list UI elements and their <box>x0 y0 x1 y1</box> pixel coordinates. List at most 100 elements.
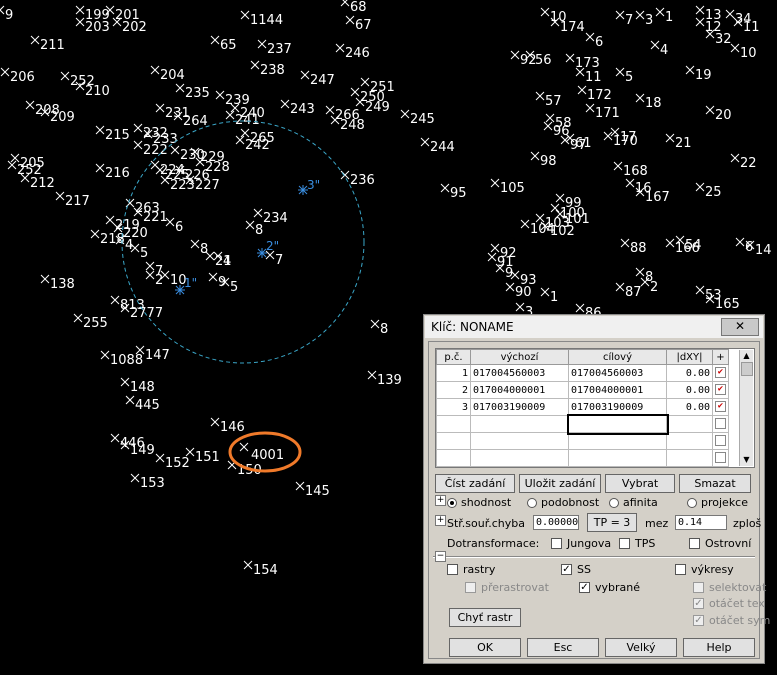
svg-text:61: 61 <box>575 136 592 151</box>
select-button[interactable]: Vybrat <box>605 474 675 493</box>
point-marker: 211 <box>30 35 65 53</box>
expand-transform-icon[interactable]: + <box>435 495 446 506</box>
point-marker: 1 <box>655 7 673 25</box>
col-pc[interactable]: p.č. <box>436 349 471 365</box>
svg-text:11: 11 <box>743 20 760 35</box>
point-marker: 153 <box>130 473 165 491</box>
svg-text:234: 234 <box>263 211 288 226</box>
radio-afinita[interactable] <box>609 498 619 508</box>
checkbox-otacet-text[interactable]: ✓ <box>693 598 704 609</box>
checkmark-icon[interactable]: ✔ <box>715 367 726 379</box>
point-marker: 25 <box>695 182 722 200</box>
point-marker: 105 <box>490 178 525 196</box>
table-row[interactable]: 2 017004000001 017004000001 0.00 ✔ <box>436 381 729 399</box>
checkbox-icon[interactable] <box>715 418 726 430</box>
tp-button[interactable]: TP = 3 <box>587 513 637 532</box>
radio-podobnost[interactable] <box>527 498 537 508</box>
scroll-thumb[interactable] <box>741 362 753 376</box>
large-button[interactable]: Velký <box>605 638 677 657</box>
point-marker: 165 <box>705 294 740 312</box>
svg-text:21: 21 <box>675 136 692 151</box>
point-marker: 222 <box>133 140 168 158</box>
table-row-empty[interactable] <box>436 449 729 467</box>
svg-text:151: 151 <box>195 450 220 465</box>
svg-text:10: 10 <box>740 46 757 61</box>
grab-raster-button[interactable]: Chyť rastr <box>449 608 521 627</box>
checkbox-ss[interactable]: ✓ <box>561 564 572 575</box>
checkbox-icon[interactable] <box>715 452 726 464</box>
col-dxy[interactable]: |dXY| <box>666 349 713 365</box>
checkmark-icon[interactable]: ✔ <box>715 401 726 413</box>
row-target[interactable]: 017004560003 <box>568 364 667 382</box>
dialog-titlebar[interactable]: Klíč: NONAME ✕ <box>425 316 763 338</box>
point-marker: 151 <box>185 447 220 465</box>
col-vychozi[interactable]: výchozí <box>470 349 569 365</box>
svg-text:215: 215 <box>105 128 130 143</box>
table-row-empty[interactable] <box>436 432 729 450</box>
help-button[interactable]: Help <box>683 638 755 657</box>
points-table[interactable]: p.č. výchozí cílový |dXY| + 1 0170045600… <box>435 348 755 468</box>
point-marker: 241 <box>225 110 260 128</box>
checkbox-rastry[interactable] <box>447 564 458 575</box>
row-target[interactable]: 017003190009 <box>568 398 667 416</box>
highlighted-point[interactable]: 4001 <box>251 448 284 463</box>
save-button[interactable]: Uložit zadání <box>519 474 601 493</box>
checkbox-selektovat[interactable] <box>693 582 704 593</box>
checkbox-vybrane[interactable]: ✓ <box>579 582 590 593</box>
svg-text:3": 3" <box>307 178 320 192</box>
svg-text:146: 146 <box>220 420 245 435</box>
checkbox-icon[interactable] <box>715 435 726 447</box>
checkbox-prerastrovat[interactable] <box>465 582 476 593</box>
edit-cell[interactable] <box>566 413 669 435</box>
label-ss: SS <box>577 563 591 576</box>
radio-shodnost[interactable] <box>447 498 457 508</box>
row-source[interactable]: 017004560003 <box>470 364 569 382</box>
svg-text:2777: 2777 <box>130 306 163 321</box>
col-cilovy[interactable]: cílový <box>568 349 667 365</box>
row-check[interactable]: ✔ <box>712 398 729 416</box>
expand-error-icon[interactable]: + <box>435 515 446 526</box>
checkbox-vykresy[interactable] <box>675 564 686 575</box>
svg-text:102: 102 <box>550 224 575 239</box>
row-check[interactable]: ✔ <box>712 381 729 399</box>
table-scrollbar[interactable]: ▲ ▼ <box>739 350 753 466</box>
checkbox-ostrovni[interactable] <box>689 538 700 549</box>
table-row[interactable]: 1 017004560003 017004560003 0.00 ✔ <box>436 364 729 382</box>
collapse-layers-icon[interactable]: − <box>435 551 446 562</box>
delete-button[interactable]: Smazat <box>679 474 751 493</box>
checkbox-otacet-sym[interactable]: ✓ <box>693 615 704 626</box>
row-dxy: 0.00 <box>666 381 713 399</box>
svg-text:174: 174 <box>560 20 585 35</box>
scroll-down-icon[interactable]: ▼ <box>740 454 753 466</box>
svg-text:264: 264 <box>183 114 208 129</box>
read-button[interactable]: Číst zadání <box>435 474 515 493</box>
table-row[interactable]: 3 017003190009 017003190009 0.00 ✔ <box>436 398 729 416</box>
svg-text:1144: 1144 <box>250 13 283 28</box>
esc-button[interactable]: Esc <box>527 638 599 657</box>
table-header: p.č. výchozí cílový |dXY| + <box>436 349 729 365</box>
svg-text:235: 235 <box>185 86 210 101</box>
point-marker: 2 <box>640 277 658 295</box>
checkbox-tps[interactable] <box>619 538 630 549</box>
error-field[interactable]: 0.00000 <box>533 515 579 530</box>
row-source[interactable]: 017004000001 <box>470 381 569 399</box>
svg-text:238: 238 <box>260 63 285 78</box>
point-marker: 248 <box>330 115 365 133</box>
row-check[interactable]: ✔ <box>712 364 729 382</box>
point-marker: 445 <box>125 395 160 413</box>
row-source[interactable]: 017003190009 <box>470 398 569 416</box>
close-button[interactable]: ✕ <box>721 318 759 336</box>
mez-field[interactable]: 0.14 <box>675 515 727 530</box>
svg-text:57: 57 <box>545 94 562 109</box>
row-target[interactable]: 017004000001 <box>568 381 667 399</box>
svg-text:90: 90 <box>515 285 532 300</box>
ok-button[interactable]: OK <box>449 638 521 657</box>
scroll-up-icon[interactable]: ▲ <box>740 350 753 362</box>
svg-text:152: 152 <box>165 456 190 471</box>
col-plus[interactable]: + <box>712 349 729 365</box>
checkbox-jungova[interactable] <box>551 538 562 549</box>
radio-projekce[interactable] <box>687 498 697 508</box>
label-vybrane: vybrané <box>595 581 641 594</box>
table-row-empty[interactable] <box>436 413 729 435</box>
checkmark-icon[interactable]: ✔ <box>715 384 726 396</box>
